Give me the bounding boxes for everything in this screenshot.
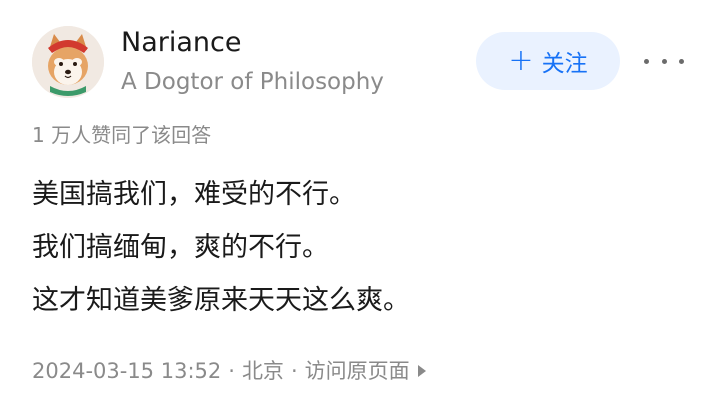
content-line: 我们搞缅甸，爽的不行。 — [32, 232, 329, 263]
content-line: 美国搞我们，难受的不行。 — [32, 179, 356, 210]
visit-original-link[interactable]: 访问原页面 — [305, 354, 426, 388]
author-name[interactable]: Nariance — [121, 26, 241, 60]
more-dots-icon — [661, 58, 667, 64]
timestamp: 2024-03-15 13:52 — [32, 359, 222, 383]
meta-separator: · — [290, 359, 298, 383]
author-avatar[interactable] — [32, 26, 104, 98]
more-dots-icon — [679, 58, 684, 64]
meta-separator: · — [228, 359, 235, 383]
follow-button[interactable]: + 关注 — [476, 32, 620, 90]
plus-icon: + — [508, 43, 534, 78]
more-dots-icon — [644, 58, 649, 64]
play-triangle-icon — [417, 365, 426, 377]
upvote-summary: 1 万人赞同了该回答 — [32, 123, 212, 147]
location: 北京 — [241, 359, 284, 383]
more-options-button[interactable] — [644, 48, 684, 74]
answer-meta: 2024-03-15 13:52 · 北京 · 访问原页面 — [32, 354, 426, 388]
follow-button-label: 关注 — [541, 51, 588, 77]
shiba-dog-avatar-icon — [32, 26, 104, 98]
visit-original-label: 访问原页面 — [304, 359, 410, 383]
content-line: 这才知道美爹原来天天这么爽。 — [32, 285, 410, 316]
answer-header: Nariance A Dogtor of Philosophy + 关注 — [0, 0, 720, 120]
author-headline: A Dogtor of Philosophy — [121, 69, 384, 95]
answer-card: Nariance A Dogtor of Philosophy + 关注 1 万… — [0, 0, 720, 405]
answer-content: 美国搞我们，难受的不行。 我们搞缅甸，爽的不行。 这才知道美爹原来天天这么爽。 — [32, 168, 692, 327]
